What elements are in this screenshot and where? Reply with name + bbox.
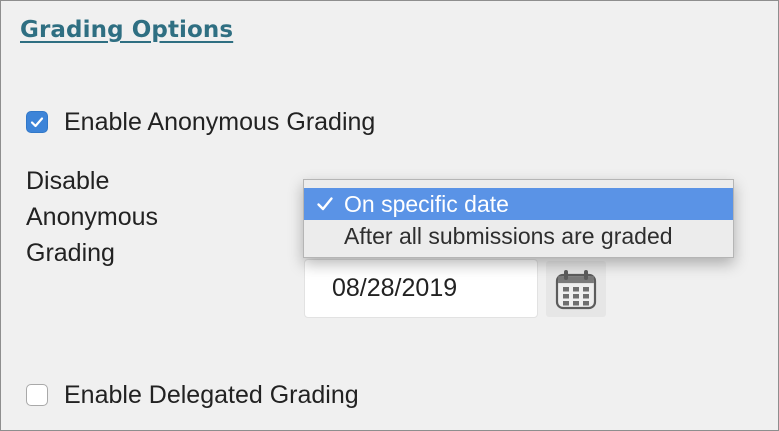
checkmark-icon [30,117,44,128]
option-after-all-submissions-graded[interactable]: After all submissions are graded [304,220,733,252]
anonymous-grading-label: Enable Anonymous Grading [64,108,376,136]
delegated-grading-row: Enable Delegated Grading [26,380,359,410]
calendar-icon [555,270,597,310]
label-line: Grading [26,239,115,267]
option-label: After all submissions are graded [344,223,673,249]
section-title[interactable]: Grading Options [20,17,233,43]
checkmark-icon [313,188,337,220]
label-line: Anonymous [26,203,159,231]
anonymous-grading-checkbox[interactable] [26,111,48,133]
delegated-grading-checkbox[interactable] [26,384,48,406]
anonymous-grading-row: Enable Anonymous Grading [26,107,375,137]
disable-anonymous-grading-label: Disable Anonymous Grading [26,163,226,271]
disable-anonymous-dropdown[interactable]: On specific date After all submissions a… [303,179,734,258]
option-on-specific-date[interactable]: On specific date [304,188,733,220]
option-label: On specific date [344,191,509,217]
grading-options-panel: Grading Options Enable Anonymous Grading… [0,0,779,431]
label-line: Disable [26,167,110,195]
delegated-grading-label: Enable Delegated Grading [64,381,359,409]
date-input[interactable] [304,259,538,318]
calendar-button[interactable] [546,261,606,317]
